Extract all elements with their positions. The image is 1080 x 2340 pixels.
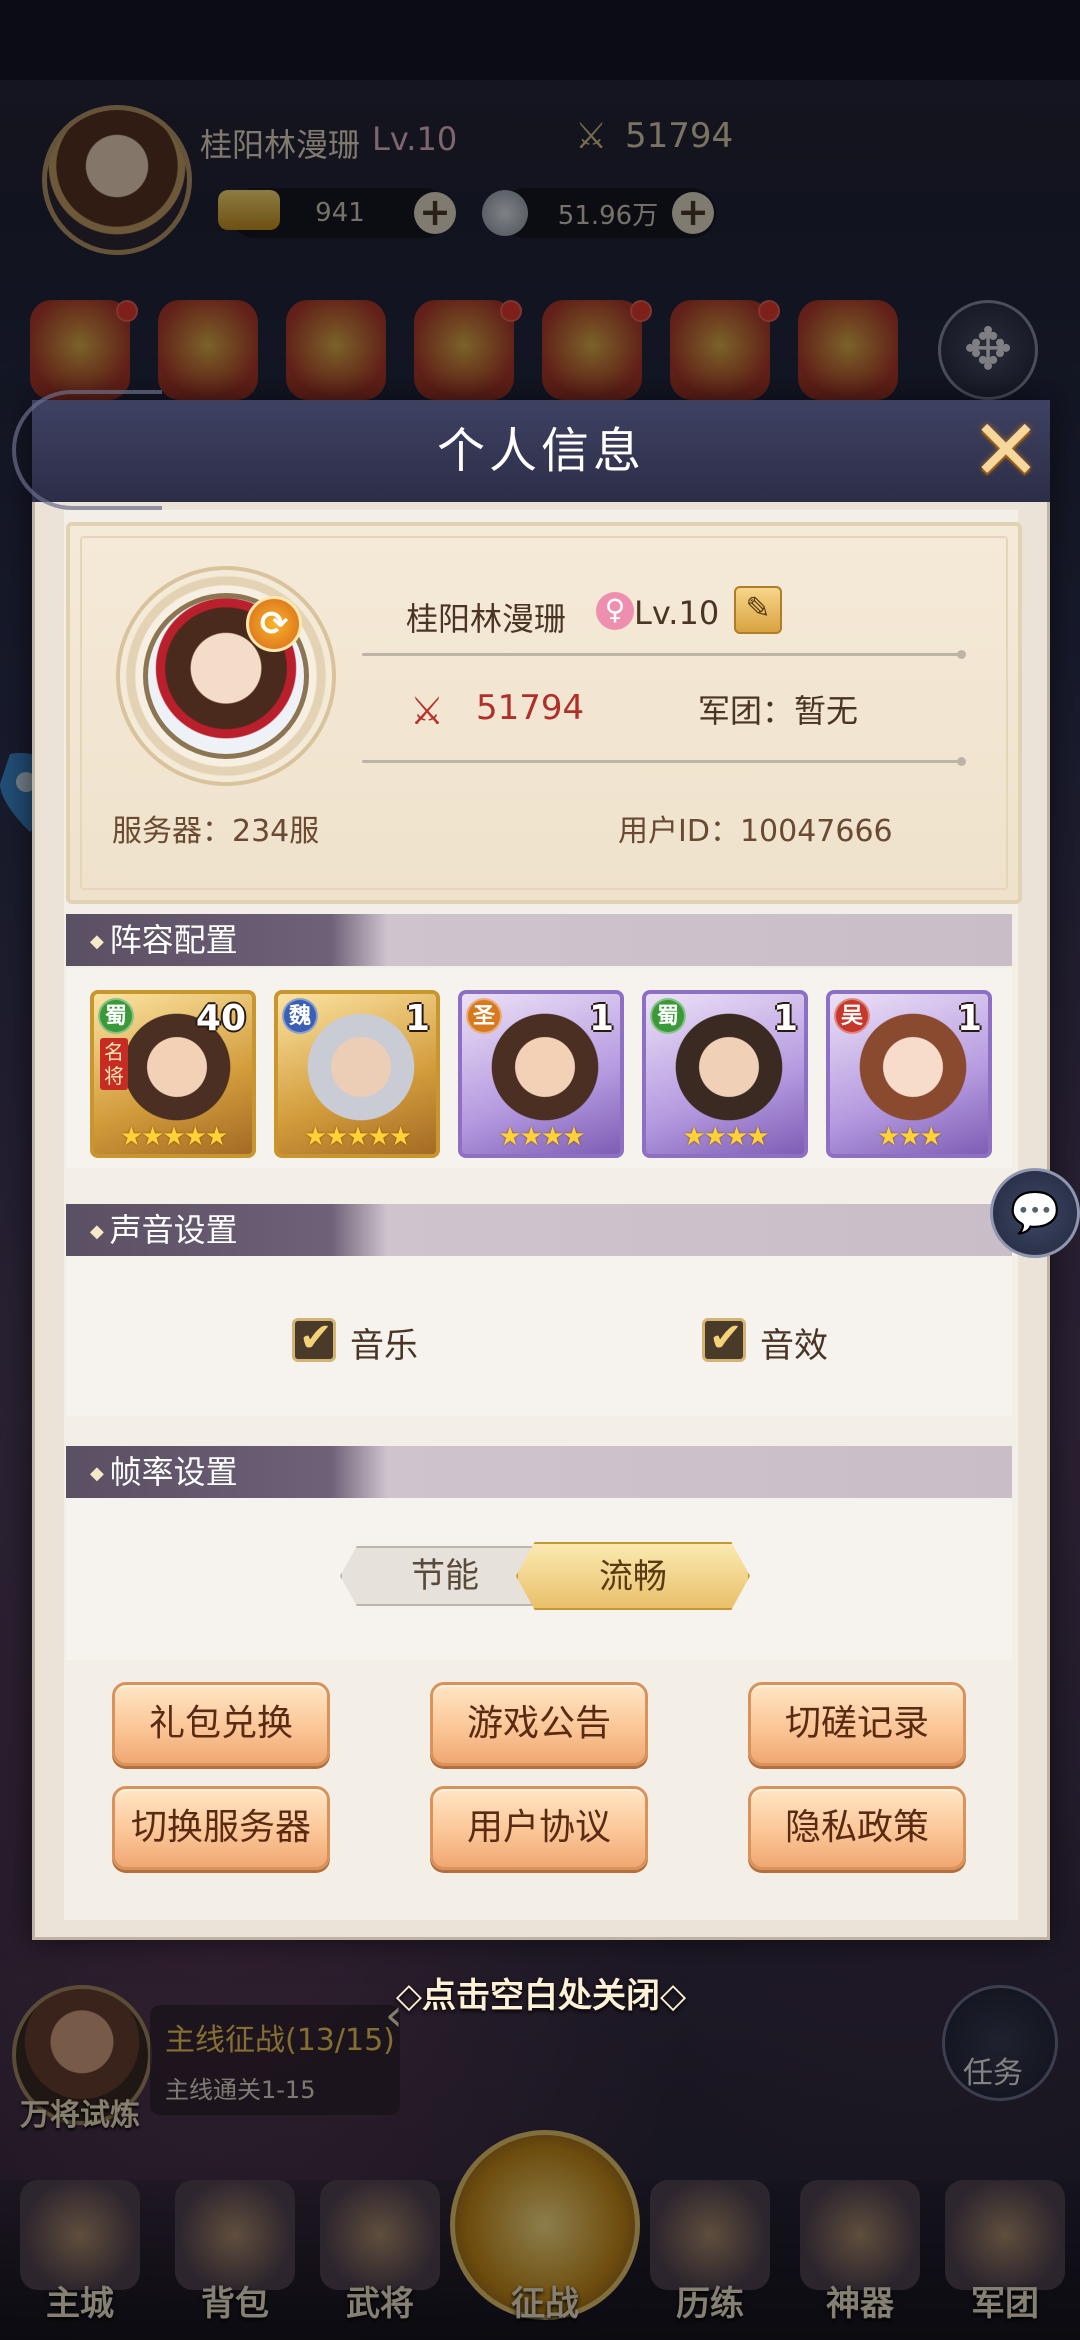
hero-level: 40 [195, 998, 246, 1039]
hero-level: 1 [956, 998, 982, 1039]
hero-portrait [306, 1012, 416, 1122]
hero-level: 1 [404, 998, 430, 1039]
hero-portrait [674, 1012, 784, 1122]
hero-card[interactable]: 魏 1 ★★★★★ [274, 990, 440, 1158]
hero-card[interactable]: 圣 1 ★★★★ [458, 990, 624, 1158]
duel-record-button[interactable]: 切磋记录 [748, 1682, 966, 1766]
faction-badge: 圣 [466, 998, 502, 1034]
switch-avatar-icon[interactable]: ⟳ [246, 596, 302, 652]
sfx-checkbox[interactable] [702, 1315, 746, 1362]
sound-header: 声音设置 [90, 1204, 238, 1258]
hero-stars: ★★★★★ [119, 1122, 229, 1152]
hero-stars: ★★★★★ [303, 1122, 413, 1152]
modal-title: 个人信息 [436, 423, 645, 479]
user-agreement-button[interactable]: 用户协议 [430, 1786, 648, 1870]
hero-level: 1 [588, 998, 614, 1039]
divider [362, 650, 966, 659]
faction-badge: 吴 [834, 998, 870, 1034]
sfx-label: 音效 [760, 1326, 828, 1366]
hero-stars: ★★★★ [498, 1122, 585, 1152]
close-icon[interactable]: ✕ [958, 404, 1054, 500]
hero-level: 1 [772, 998, 798, 1039]
faction-badge: 魏 [282, 998, 318, 1034]
hero-portrait [490, 1012, 600, 1122]
hero-card[interactable]: 蜀 名将 40 ★★★★★ [90, 990, 256, 1158]
privacy-policy-button[interactable]: 隐私政策 [748, 1786, 966, 1870]
divider [362, 757, 966, 766]
framerate-header: 帧率设置 [90, 1446, 238, 1500]
chat-icon[interactable]: 💬 [990, 1168, 1080, 1258]
hero-card[interactable]: 蜀 1 ★★★★ [642, 990, 808, 1158]
team-header: 阵容配置 [90, 914, 238, 968]
edit-name-icon[interactable]: ✎ [734, 586, 782, 634]
sound-settings [66, 1256, 1012, 1416]
switch-server-button[interactable]: 切换服务器 [112, 1786, 330, 1870]
profile-level: Lv.10 [634, 594, 720, 632]
music-checkbox[interactable] [292, 1315, 336, 1362]
profile-server: 服务器：234服 [112, 814, 320, 849]
profile-power: 51794 [476, 688, 585, 728]
smooth-option-selected[interactable]: 流畅 [516, 1542, 750, 1610]
faction-badge: 蜀 [98, 998, 134, 1034]
gift-redeem-button[interactable]: 礼包兑换 [112, 1682, 330, 1766]
tap-to-close-hint: ◇点击空白处关闭◇ [395, 1976, 687, 2016]
famous-general-tag: 名将 [100, 1038, 128, 1090]
hero-stars: ★★★ [877, 1122, 943, 1152]
hero-card[interactable]: 吴 1 ★★★ [826, 990, 992, 1158]
faction-badge: 蜀 [650, 998, 686, 1034]
profile-legion: 军团：暂无 [698, 692, 859, 730]
game-notice-button[interactable]: 游戏公告 [430, 1682, 648, 1766]
profile-name: 桂阳林漫珊 [406, 600, 567, 638]
female-icon: ♀ [596, 592, 634, 630]
music-label: 音乐 [350, 1326, 418, 1366]
hero-portrait [858, 1012, 968, 1122]
profile-user-id: 用户ID：10047666 [618, 814, 893, 849]
hero-stars: ★★★★ [682, 1122, 769, 1152]
crossed-swords-icon: ⚔ [410, 689, 445, 733]
